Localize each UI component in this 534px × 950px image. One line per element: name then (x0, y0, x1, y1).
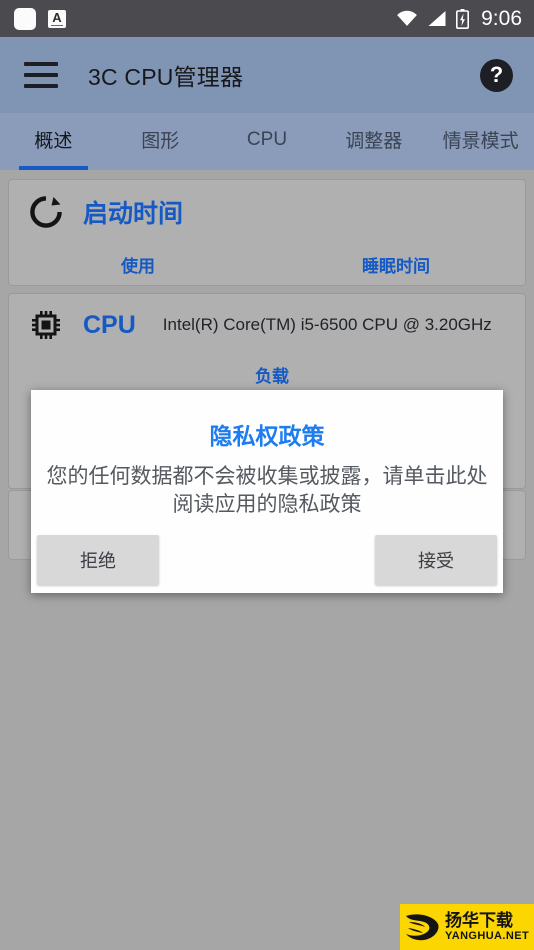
tab-governor[interactable]: 调整器 (320, 113, 427, 170)
tab-graph[interactable]: 图形 (107, 113, 214, 170)
dialog-button-row: 拒绝 接受 (31, 535, 503, 585)
tab-cpu[interactable]: CPU (214, 113, 321, 170)
status-bar-right-icons: 9:06 (396, 7, 522, 31)
card-uptime[interactable]: 启动时间 使用 睡眠时间 (8, 179, 526, 286)
watermark-name-cn: 扬华下载 (445, 911, 513, 930)
wifi-icon (397, 10, 418, 26)
privacy-policy-dialog: 隐私权政策 您的任何数据都不会被收集或披露，请单击此处阅读应用的隐私政策 拒绝 … (31, 390, 503, 593)
watermark-banner: 扬华下载 YANGHUA.NET (400, 904, 534, 950)
battery-charging-icon (456, 8, 470, 29)
hamburger-menu-icon[interactable] (24, 62, 58, 88)
tab-profiles[interactable]: 情景模式 (427, 113, 534, 170)
card-cpu-model: Intel(R) Core(TM) i5-6500 CPU @ 3.20GHz (162, 315, 492, 334)
tab-overview[interactable]: 概述 (0, 113, 107, 170)
accept-button[interactable]: 接受 (375, 535, 497, 585)
metric-sleep-time-label: 睡眠时间 (362, 257, 430, 276)
decline-button[interactable]: 拒绝 (37, 535, 159, 585)
tab-bar: 概述 图形 CPU 调整器 情景模式 (0, 113, 534, 170)
watermark-name-en: YANGHUA.NET (445, 930, 530, 942)
card-cpu-title: CPU (83, 310, 136, 339)
watermark-text: 扬华下载 YANGHUA.NET (445, 912, 529, 942)
app-bar: 3C CPU管理器 ? (0, 37, 534, 113)
card-cpu-header: CPU Intel(R) Core(TM) i5-6500 CPU @ 3.20… (9, 294, 525, 342)
status-bar-clock: 9:06 (481, 6, 522, 30)
status-bar-left-icons: A (14, 7, 66, 30)
metric-load-label: 负载 (255, 367, 289, 386)
cpu-chip-icon (32, 311, 60, 339)
signal-icon (428, 10, 446, 27)
status-bar: A 9:06 (0, 0, 534, 37)
card-uptime-metrics: 使用 睡眠时间 (9, 252, 525, 277)
card-uptime-title: 启动时间 (83, 200, 184, 228)
dialog-title: 隐私权政策 (209, 423, 325, 449)
metric-usage-label: 使用 (121, 257, 155, 276)
keyboard-a-icon: A (48, 9, 66, 28)
help-question-icon[interactable]: ? (480, 58, 513, 92)
card-uptime-header: 启动时间 (9, 180, 525, 230)
blank-square-icon (14, 7, 36, 30)
dialog-message[interactable]: 您的任何数据都不会被收集或披露，请单击此处阅读应用的隐私政策 (45, 463, 489, 518)
page-title: 3C CPU管理器 (88, 64, 244, 90)
yanghua-bird-logo (406, 914, 439, 941)
uptime-refresh-icon (30, 196, 62, 228)
